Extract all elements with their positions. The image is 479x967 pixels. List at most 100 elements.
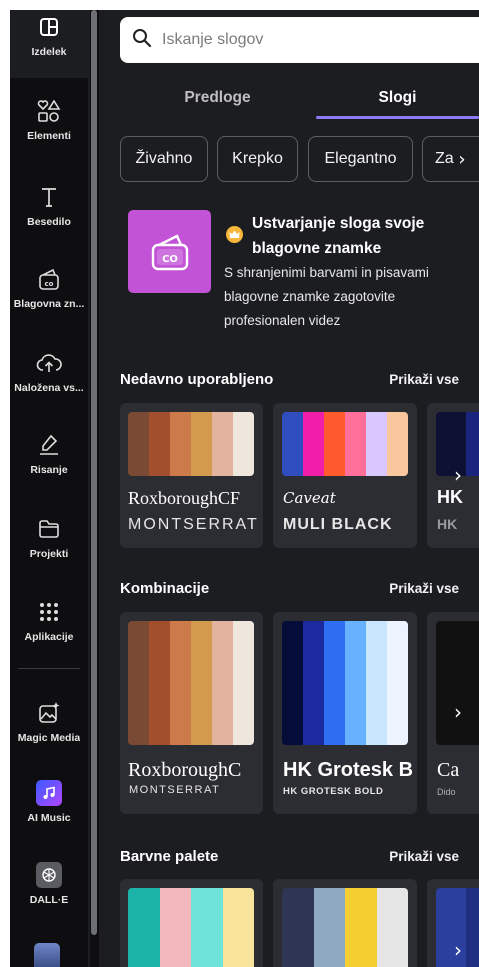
brand-kit-illustration: CO: [128, 210, 211, 293]
apps-grid-icon: [36, 599, 62, 625]
heading-font-sample: RoxboroughC: [128, 759, 242, 781]
color-swatch: [159, 888, 191, 967]
sidebar-item-elementi[interactable]: Elementi: [10, 94, 88, 162]
color-swatches: [128, 888, 254, 967]
color-swatch: [376, 888, 408, 967]
show-all-combinations-link[interactable]: Prikaži vse: [389, 581, 459, 596]
chip-zivahno[interactable]: Živahno: [120, 136, 208, 182]
left-sidebar: Izdelek Elementi Besedilo co Blagovna zn…: [10, 10, 88, 967]
color-swatch: [128, 888, 160, 967]
magic-media-icon: [36, 700, 62, 726]
sidebar-item-label: Magic Media: [17, 732, 81, 744]
style-card-combo-1[interactable]: RoxboroughC MONTSERRAT: [120, 612, 263, 814]
section-title-recent: Nedavno uporabljeno: [120, 371, 274, 388]
body-font-sample: MONTSERRAT: [129, 784, 221, 796]
search-input[interactable]: [162, 31, 462, 49]
color-swatch: [345, 621, 366, 745]
color-swatch: [282, 412, 303, 476]
upload-cloud-icon: [36, 350, 62, 376]
color-swatch: [191, 621, 212, 745]
color-swatch: [128, 621, 149, 745]
color-swatch: [170, 621, 191, 745]
sidebar-item-label: Izdelek: [31, 46, 67, 58]
sidebar-item-label: Besedilo: [27, 216, 71, 228]
folder-icon: [36, 516, 62, 542]
palette-card-1[interactable]: [120, 879, 263, 967]
layout-icon: [36, 14, 62, 40]
brand-icon: co: [36, 266, 62, 292]
sidebar-item-besedilo[interactable]: Besedilo: [10, 180, 88, 248]
section-title-combinations: Kombinacije: [120, 580, 210, 597]
color-swatch: [303, 412, 324, 476]
svg-text:co: co: [45, 280, 54, 288]
color-swatch: [282, 621, 303, 745]
promo-title[interactable]: Ustvarjanje sloga svoje blagovne znamke: [252, 211, 472, 261]
sidebar-divider: [18, 668, 80, 669]
color-swatch: [170, 412, 191, 476]
color-swatch: [303, 621, 324, 745]
style-card-recent-1[interactable]: RoxboroughCF MONTSERRAT: [120, 403, 263, 548]
color-swatch: [222, 888, 254, 967]
show-all-recent-link[interactable]: Prikaži vse: [389, 372, 459, 387]
palette-card-2[interactable]: [273, 879, 417, 967]
show-all-palettes-link[interactable]: Prikaži vse: [389, 849, 459, 864]
sidebar-item-label: Projekti: [29, 548, 69, 560]
heading-font-sample: HK: [437, 487, 463, 507]
sidebar-item-dalle[interactable]: DALL·E: [10, 858, 88, 926]
color-swatch: [313, 888, 345, 967]
sidebar-item-aplikacije[interactable]: Aplikacije: [10, 595, 88, 663]
heading-font-sample: HK Grotesk B: [283, 759, 413, 781]
color-swatch: [436, 621, 479, 745]
color-swatches: [282, 888, 408, 967]
svg-text:CO: CO: [162, 254, 178, 265]
color-swatches: [282, 412, 408, 476]
color-swatch: [233, 412, 254, 476]
color-swatches: [128, 412, 254, 476]
chevron-right-icon[interactable]: ›: [451, 148, 473, 170]
dalle-icon: [36, 862, 62, 888]
sidebar-item-risanje[interactable]: Risanje: [10, 428, 88, 496]
color-swatch: [324, 621, 345, 745]
tab-slogi[interactable]: Slogi: [316, 78, 479, 118]
chip-krepko[interactable]: Krepko: [217, 136, 298, 182]
sidebar-item-label: DALL·E: [29, 894, 69, 906]
sidebar-item-blagovna-znamka[interactable]: co Blagovna zn...: [10, 262, 88, 330]
body-font-sample: MULI BLACK: [283, 516, 393, 533]
chevron-right-icon[interactable]: ›: [447, 463, 469, 487]
color-swatch: [387, 621, 408, 745]
chip-elegantno[interactable]: Elegantno: [308, 136, 413, 182]
search-box[interactable]: [120, 17, 479, 63]
chevron-right-icon[interactable]: ›: [447, 938, 469, 962]
body-font-sample: MONTSERRAT: [128, 516, 258, 533]
heading-font-sample: RoxboroughCF: [128, 488, 241, 508]
shapes-icon: [36, 98, 62, 124]
heading-font-sample: Ca: [437, 759, 460, 781]
color-swatch: [345, 888, 377, 967]
color-swatch: [128, 412, 149, 476]
sidebar-item-label: Blagovna zn...: [13, 298, 85, 310]
color-swatch: [366, 621, 387, 745]
sidebar-item-nalozene[interactable]: Naložena vs...: [10, 346, 88, 414]
sidebar-item-label: Naložena vs...: [14, 382, 84, 394]
color-swatch: [212, 621, 233, 745]
styles-panel-window: Izdelek Elementi Besedilo co Blagovna zn…: [10, 10, 479, 967]
app-tile-icon[interactable]: [34, 943, 60, 967]
color-swatch: [345, 412, 366, 476]
sidebar-item-projekti[interactable]: Projekti: [10, 512, 88, 580]
color-swatch: [149, 621, 170, 745]
ai-music-icon: [36, 780, 62, 806]
text-icon: [36, 184, 62, 210]
sidebar-item-label: AI Music: [27, 812, 71, 824]
color-swatches: [436, 621, 479, 745]
section-title-palettes: Barvne palete: [120, 848, 219, 865]
sidebar-item-ai-music[interactable]: AI Music: [10, 776, 88, 844]
scrollbar-thumb[interactable]: [91, 10, 97, 935]
sidebar-item-izdelek[interactable]: Izdelek: [10, 10, 88, 78]
style-card-recent-2[interactable]: Caveat MULI BLACK: [273, 403, 417, 548]
sidebar-item-magic-media[interactable]: Magic Media: [10, 696, 88, 764]
chevron-right-icon[interactable]: ›: [447, 700, 469, 724]
tab-predloge[interactable]: Predloge: [120, 78, 315, 118]
color-swatches: [128, 621, 254, 745]
color-swatches: [282, 621, 408, 745]
style-card-combo-2[interactable]: HK Grotesk B HK GROTESK BOLD: [273, 612, 417, 814]
